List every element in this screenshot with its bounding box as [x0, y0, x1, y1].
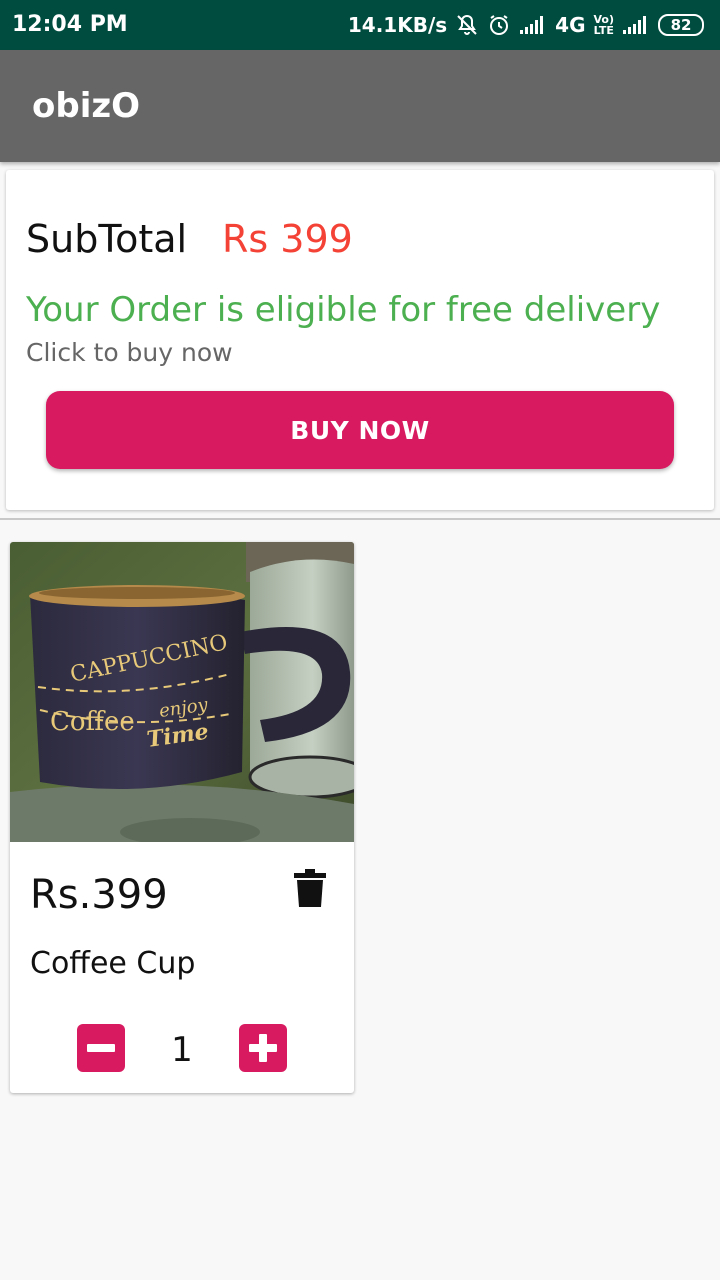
buy-now-button[interactable]: BUY NOW	[46, 391, 674, 469]
status-icons: 14.1KB/s 4G Vo) LTE 82	[348, 10, 704, 40]
signal-icon	[623, 16, 646, 34]
signal-icon	[520, 16, 544, 34]
decrease-quantity-button[interactable]	[77, 1024, 125, 1072]
network-speed: 14.1KB/s	[347, 13, 448, 37]
volte-indicator: Vo) LTE	[593, 13, 615, 37]
buy-hint-text: Click to buy now	[26, 338, 233, 367]
divider	[0, 518, 720, 520]
delete-icon[interactable]	[294, 868, 326, 908]
free-delivery-message: Your Order is eligible for free delivery	[26, 290, 661, 330]
item-name: Coffee Cup	[30, 946, 196, 981]
app-title: obizO	[32, 86, 141, 126]
cart-item-card: CAPPUCCINO enjoy Coffee Time Rs.399 Coff…	[10, 542, 354, 1093]
subtotal-value: Rs 399	[222, 217, 353, 261]
subtotal-label: SubTotal	[26, 217, 188, 261]
increase-quantity-button[interactable]	[239, 1024, 287, 1072]
coffee-cup-photo[interactable]: CAPPUCCINO enjoy Coffee Time	[10, 542, 354, 842]
status-time: 12:04 PM	[12, 12, 128, 37]
app-bar: obizO	[0, 50, 720, 162]
svg-text:Coffee: Coffee	[50, 707, 135, 737]
order-summary-card: SubTotal Rs 399 Your Order is eligible f…	[6, 170, 714, 510]
battery-indicator: 82	[658, 14, 704, 36]
network-type: 4G	[555, 13, 586, 37]
item-quantity: 1	[171, 1030, 193, 1070]
item-price: Rs.399	[30, 872, 168, 918]
alarm-icon	[490, 15, 509, 35]
mute-bell-icon	[457, 14, 477, 35]
status-bar: 12:04 PM 14.1KB/s 4G Vo) LTE 82	[0, 0, 720, 50]
